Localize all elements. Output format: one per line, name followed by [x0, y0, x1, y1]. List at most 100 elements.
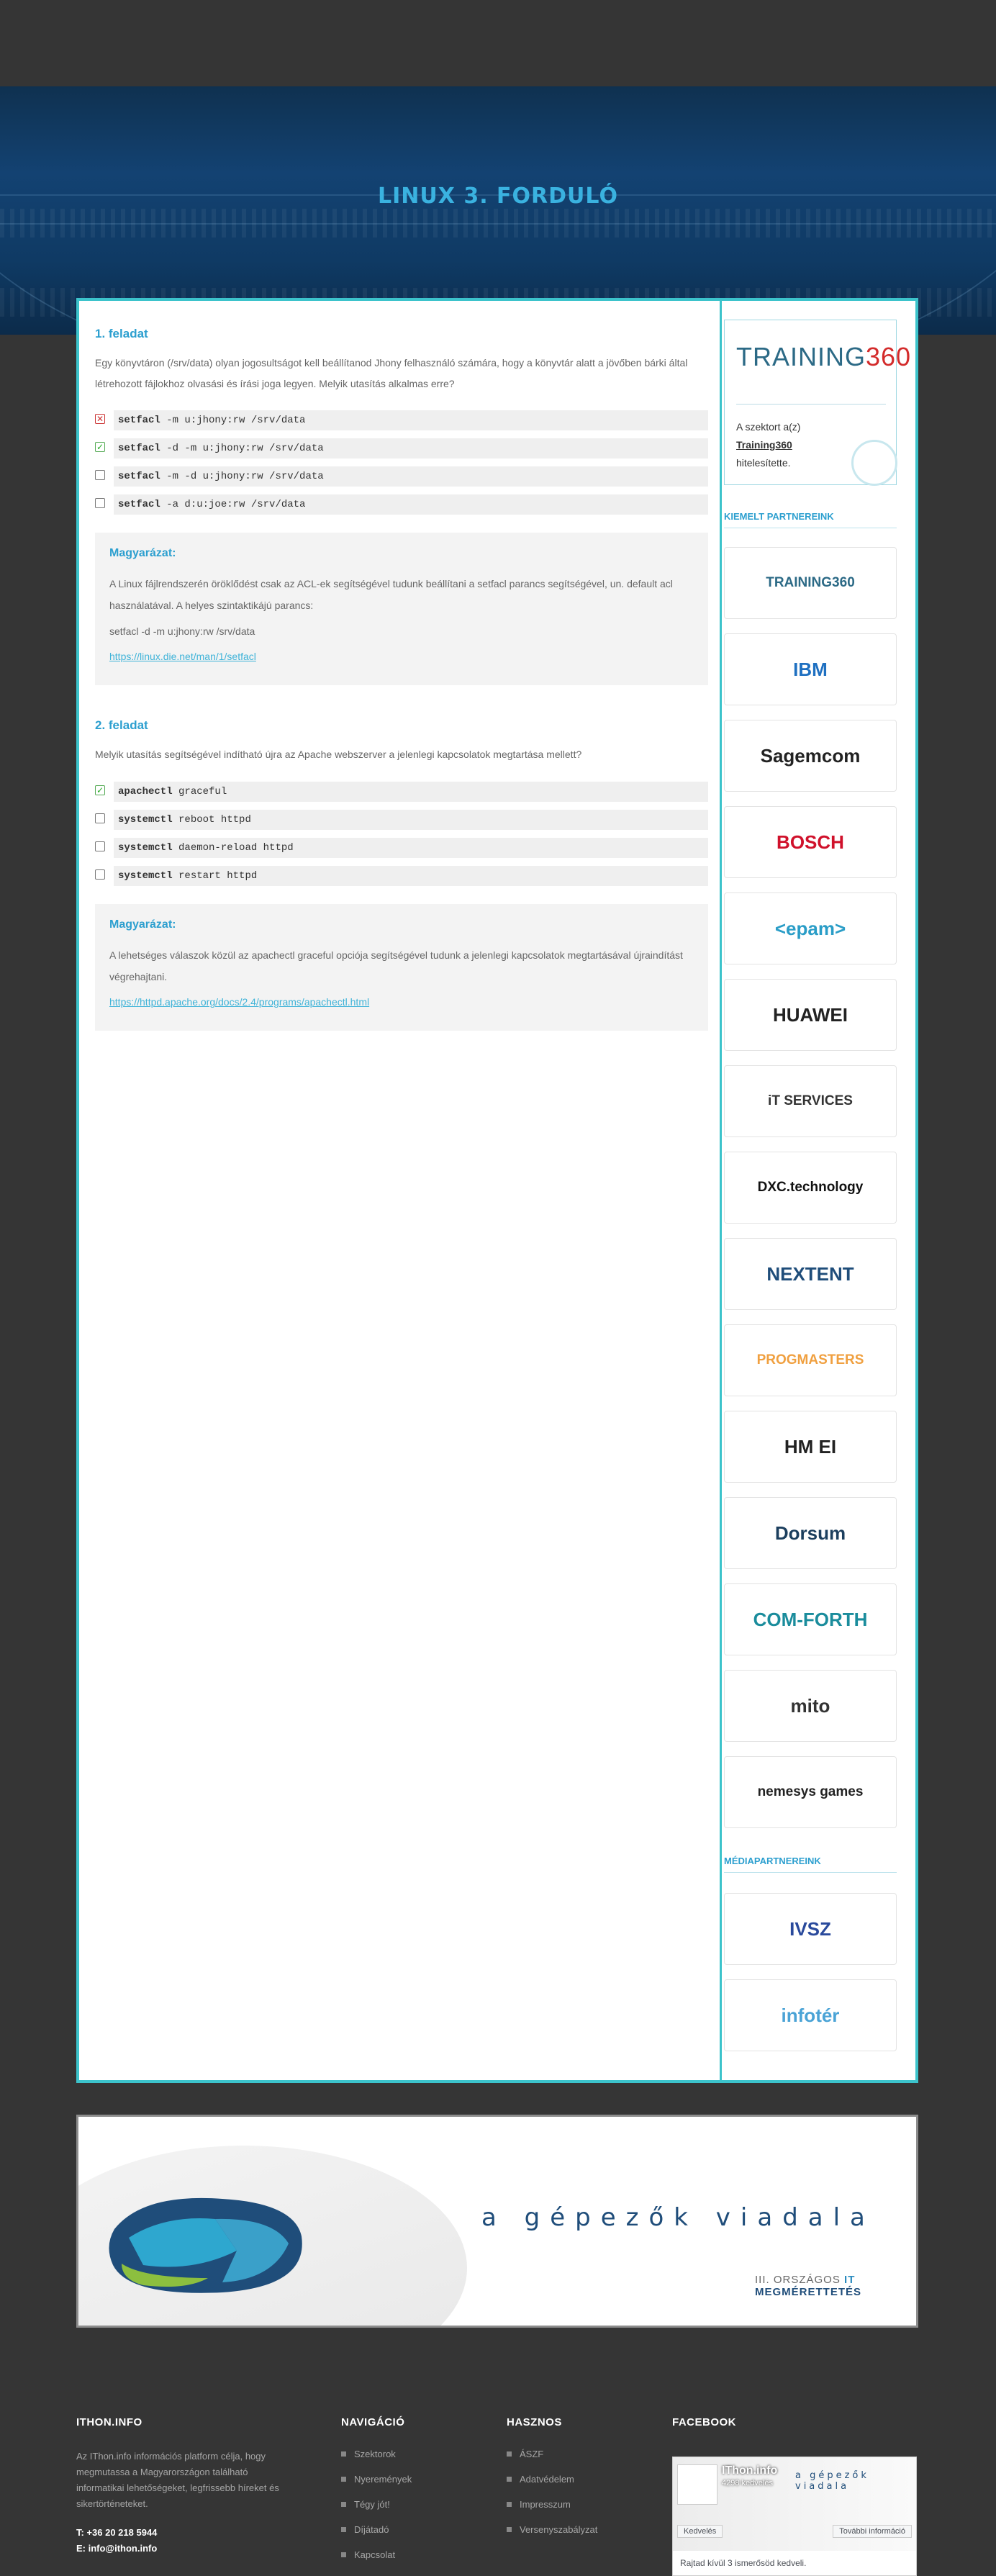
footer-phone[interactable]: T: +36 20 218 5944 [76, 2525, 292, 2541]
dxc-logo[interactable]: DXC.technology [724, 1152, 897, 1224]
stadium-stand [0, 209, 996, 238]
answer-option[interactable]: ✕ setfacl -m u:jhony:rw /srv/data [95, 410, 708, 430]
explanation-code: setfacl -d -m u:jhony:rw /srv/data [109, 625, 255, 637]
explanation-heading: Magyarázat: [109, 547, 176, 559]
answer-option[interactable]: systemctl daemon-reload httpd [95, 838, 708, 858]
answer-option[interactable]: ✓ apachectl graceful [95, 782, 708, 802]
banner-brand: III. ORSZÁGOS IT MEGMÉRETTETÉS [755, 2274, 862, 2298]
footer-useful-link[interactable]: ÁSZF [507, 2449, 597, 2474]
nextent-logo[interactable]: NEXTENT [724, 1238, 897, 1310]
epam-logo[interactable]: <epam> [724, 892, 897, 964]
promo-banner[interactable]: a gépezők viadala III. ORSZÁGOS IT MEGMÉ… [76, 2115, 918, 2328]
empty-checkbox-icon[interactable] [95, 470, 105, 480]
facebook-page-name[interactable]: IThon.info [722, 2464, 777, 2477]
answer-code: setfacl -d -m u:jhony:rw /srv/data [114, 438, 708, 458]
question-title: 1. feladat [95, 327, 148, 340]
explanation-link[interactable]: https://linux.die.net/man/1/setfacl [109, 651, 694, 662]
answer-code: systemctl daemon-reload httpd [114, 838, 708, 858]
site-footer: ITHON.INFO Az IThon.info információs pla… [0, 2386, 996, 2576]
footer-nav-link[interactable]: Tégy jót! [341, 2499, 412, 2524]
footer-email[interactable]: E: info@ithon.info [76, 2541, 292, 2557]
quiz-card: 1. feladat Egy könyvtáron (/srv/data) ol… [76, 298, 918, 2083]
footer-useful-link[interactable]: Versenyszabályzat [507, 2524, 597, 2549]
footer-nav-link[interactable]: Díjátadó [341, 2524, 412, 2549]
explanation-box: Magyarázat: A lehetséges válaszok közül … [95, 904, 708, 1031]
partners-heading: KIEMELT PARTNEREINK [724, 511, 897, 528]
answer-option[interactable]: setfacl -a d:u:joe:rw /srv/data [95, 494, 708, 515]
explanation-text: A Linux fájlrendszerén öröklődést csak a… [109, 578, 673, 611]
training360-logo: TRAINING360 [736, 342, 912, 371]
partner-name: infotér [781, 2004, 840, 2026]
dorsum-logo[interactable]: Dorsum [724, 1497, 897, 1569]
certificate-text: A szektort a(z) Training360 hitelesített… [736, 421, 801, 469]
footer-about-title: ITHON.INFO [76, 2416, 142, 2428]
infoter-logo[interactable]: infotér [724, 1979, 897, 2051]
explanation-heading: Magyarázat: [109, 918, 176, 931]
answer-option[interactable]: systemctl reboot httpd [95, 810, 708, 830]
facebook-widget[interactable]: a gépezők viadala IThon.info 4298 kedvel… [672, 2457, 917, 2576]
answer-code: apachectl graceful [114, 782, 708, 802]
partner-name: TRAINING360 [766, 575, 855, 590]
partner-name: PROGMASTERS [756, 1352, 864, 1368]
bosch-logo[interactable]: BOSCH [724, 806, 897, 878]
sagemcom-logo[interactable]: Sagemcom [724, 720, 897, 792]
facebook-cover-slogan: a gépezők viadala [795, 2470, 869, 2492]
question-text: Egy könyvtáron (/srv/data) olyan jogosul… [95, 357, 688, 389]
answer-code: setfacl -m u:jhony:rw /srv/data [114, 410, 708, 430]
empty-checkbox-icon[interactable] [95, 841, 105, 851]
sponsor-link[interactable]: Training360 [736, 439, 792, 451]
answer-option[interactable]: setfacl -m -d u:jhony:rw /srv/data [95, 466, 708, 487]
footer-useful-link[interactable]: Adatvédelem [507, 2474, 597, 2499]
wrong-checkbox-icon[interactable]: ✕ [95, 414, 105, 424]
footer-nav-link[interactable]: Kapcsolat [341, 2549, 412, 2575]
partner-name: mito [790, 1694, 830, 1717]
partner-name: BOSCH [777, 831, 844, 853]
partner-name: NEXTENT [766, 1262, 854, 1285]
empty-checkbox-icon[interactable] [95, 869, 105, 880]
facebook-followers: 4298 kedvelés [722, 2479, 773, 2487]
answer-code: systemctl restart httpd [114, 866, 708, 886]
correct-checkbox-icon[interactable]: ✓ [95, 442, 105, 452]
question-text: Melyik utasítás segítségével indítható ú… [95, 749, 582, 760]
ivsz-logo[interactable]: IVSZ [724, 1893, 897, 1965]
sector-certificate[interactable]: TRAINING360 A szektort a(z) Training360 … [724, 320, 910, 486]
footer-facebook-title: FACEBOOK [672, 2416, 737, 2428]
huawei-logo[interactable]: HUAWEI [724, 979, 897, 1051]
stadium-logo-icon [109, 2197, 302, 2293]
com-forth-logo[interactable]: COM-FORTH [724, 1583, 897, 1655]
partner-name: HUAWEI [773, 1003, 848, 1026]
facebook-more-button[interactable]: További információ [833, 2525, 912, 2538]
footer-useful-link[interactable]: Impresszum [507, 2499, 597, 2524]
nemesys-logo[interactable]: nemesys games [724, 1756, 897, 1828]
partner-name: <epam> [774, 917, 846, 939]
answer-option[interactable]: systemctl restart httpd [95, 866, 708, 886]
explanation-link[interactable]: https://httpd.apache.org/docs/2.4/progra… [109, 996, 694, 1008]
progmasters-logo[interactable]: PROGMASTERS [724, 1324, 897, 1396]
facebook-like-button[interactable]: Kedvelés [677, 2525, 723, 2538]
footer-nav-link[interactable]: Szektorok [341, 2449, 412, 2474]
facebook-friends-text: Rajtad kívül 3 ismerősöd kedveli. [680, 2558, 807, 2568]
ibm-logo[interactable]: IBM [724, 633, 897, 705]
answer-option[interactable]: ✓ setfacl -d -m u:jhony:rw /srv/data [95, 438, 708, 458]
footer-nav-link[interactable]: Nyeremények [341, 2474, 412, 2499]
banner-slogan: a gépezők viadala [481, 2203, 875, 2232]
mito-logo[interactable]: mito [724, 1670, 897, 1742]
top-bar [0, 0, 996, 86]
training360-logo[interactable]: TRAINING360 [724, 547, 897, 619]
partner-name: HM EI [784, 1435, 837, 1458]
it-services-logo[interactable]: iT SERVICES [724, 1065, 897, 1137]
answer-code: setfacl -m -d u:jhony:rw /srv/data [114, 466, 708, 487]
footer-nav-title: NAVIGÁCIÓ [341, 2416, 405, 2428]
partner-name: COM-FORTH [753, 1608, 868, 1630]
hm-ei-logo[interactable]: HM EI [724, 1411, 897, 1483]
footer-about: ITHON.INFO Az IThon.info információs pla… [76, 2416, 292, 2557]
partner-name: DXC.technology [757, 1180, 864, 1195]
question-title: 2. feladat [95, 718, 148, 732]
empty-checkbox-icon[interactable] [95, 498, 105, 508]
facebook-profile-icon [677, 2464, 717, 2505]
answer-code: systemctl reboot httpd [114, 810, 708, 830]
correct-checkbox-icon[interactable]: ✓ [95, 785, 105, 795]
quiz-main: 1. feladat Egy könyvtáron (/srv/data) ol… [79, 301, 722, 2080]
sidebar: TRAINING360 A szektort a(z) Training360 … [724, 301, 915, 2080]
empty-checkbox-icon[interactable] [95, 813, 105, 823]
